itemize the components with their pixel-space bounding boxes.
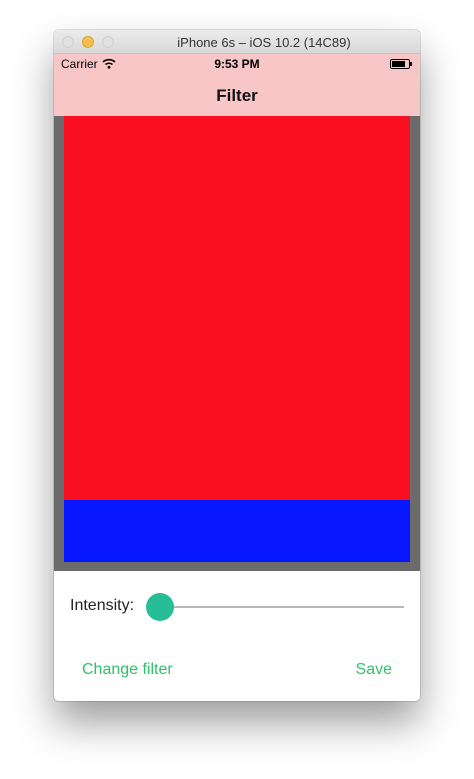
intensity-slider-thumb[interactable] bbox=[146, 593, 174, 621]
image-red-region bbox=[64, 116, 410, 500]
intensity-label: Intensity: bbox=[70, 597, 135, 614]
filter-controls: Intensity: Change filter Save bbox=[54, 571, 420, 701]
status-bar: Carrier 9:53 PM bbox=[54, 54, 420, 74]
window-title-bar: iPhone 6s – iOS 10.2 (14C89) bbox=[54, 30, 420, 54]
simulator-window: iPhone 6s – iOS 10.2 (14C89) Carrier 9:5… bbox=[54, 30, 420, 701]
navigation-bar: Filter bbox=[54, 74, 420, 116]
nav-title: Filter bbox=[216, 86, 258, 105]
window-title: iPhone 6s – iOS 10.2 (14C89) bbox=[177, 35, 351, 50]
status-time: 9:53 PM bbox=[214, 57, 260, 71]
change-filter-button[interactable]: Change filter bbox=[82, 661, 173, 679]
save-button[interactable]: Save bbox=[356, 661, 392, 679]
intensity-slider-track[interactable] bbox=[146, 606, 404, 608]
filtered-image-view bbox=[54, 116, 420, 571]
battery-icon bbox=[390, 59, 412, 69]
image-blue-region bbox=[64, 500, 410, 562]
